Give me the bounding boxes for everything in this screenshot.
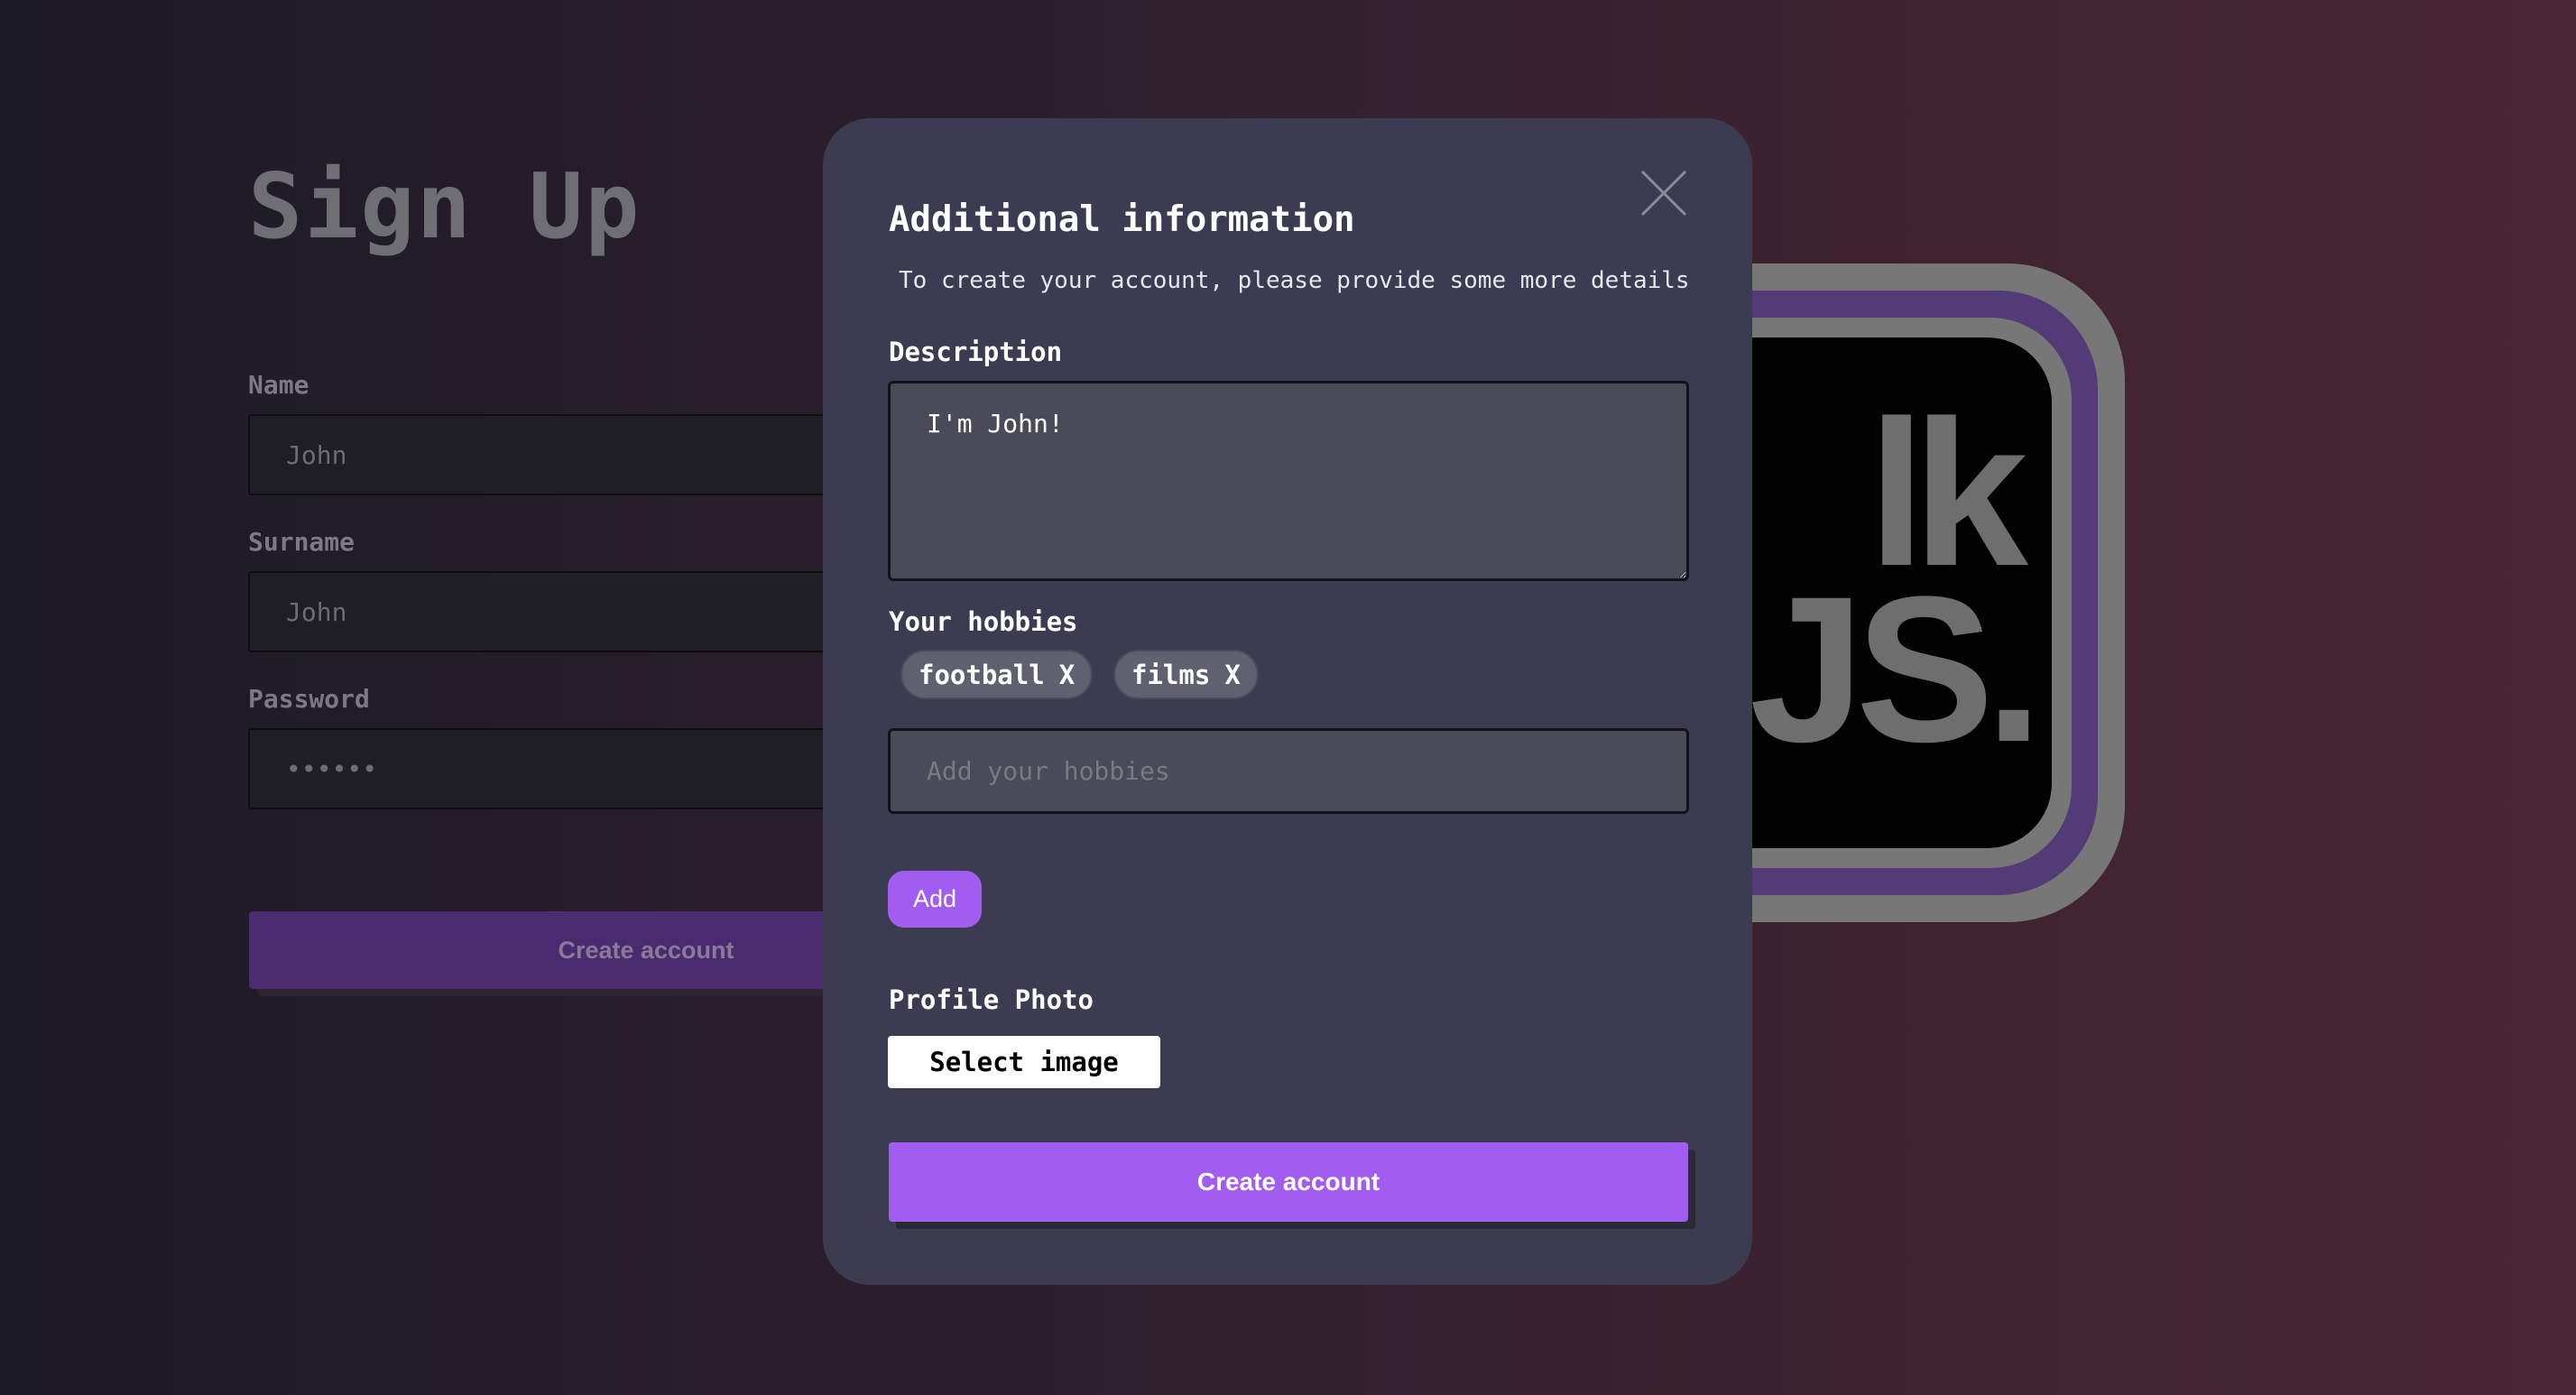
create-account-button[interactable]: Create account <box>889 1142 1688 1222</box>
name-label: Name <box>248 370 309 400</box>
surname-label: Surname <box>248 527 355 557</box>
add-hobby-button[interactable]: Add <box>888 871 982 928</box>
hobby-remove-button[interactable]: X <box>1059 660 1075 690</box>
description-label: Description <box>889 337 1063 367</box>
modal-subtitle: To create your account, please provide s… <box>899 267 1690 294</box>
additional-info-modal: Additional information To create your ac… <box>823 118 1752 1285</box>
hobby-chip-label: football <box>919 659 1045 690</box>
select-image-button[interactable]: Select image <box>888 1036 1160 1088</box>
hobby-input[interactable] <box>888 728 1689 814</box>
password-label: Password <box>248 684 370 714</box>
hobby-chip-label: films <box>1131 659 1211 690</box>
profile-photo-label: Profile Photo <box>889 984 1094 1015</box>
surname-input[interactable]: John <box>248 571 862 652</box>
password-input[interactable]: •••••• <box>248 728 862 809</box>
logo-text-line2: JS. <box>1749 553 2043 785</box>
hobby-chip: films X <box>1113 650 1259 699</box>
close-icon <box>1640 170 1687 217</box>
modal-title: Additional information <box>889 199 1355 240</box>
close-button[interactable] <box>1639 168 1689 218</box>
hobby-chip: football X <box>900 650 1094 699</box>
hobbies-label: Your hobbies <box>889 606 1078 637</box>
signup-title: Sign Up <box>248 153 642 259</box>
description-textarea[interactable]: I'm John! <box>888 381 1689 581</box>
name-input[interactable]: John <box>248 414 862 495</box>
hobby-remove-button[interactable]: X <box>1224 660 1240 690</box>
